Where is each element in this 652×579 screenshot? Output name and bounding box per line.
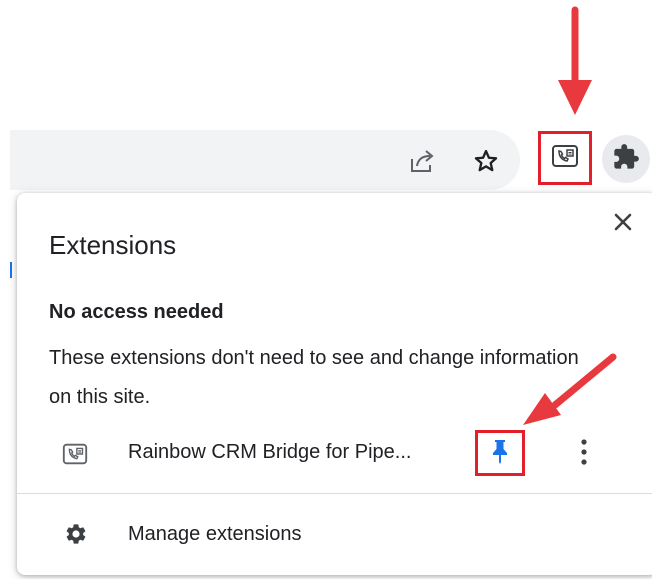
annotation-arrow-down	[558, 6, 592, 115]
section-heading: No access needed	[49, 301, 224, 323]
gear-icon	[63, 521, 89, 547]
page-edge-marker	[10, 262, 12, 278]
rainbow-crm-toolbar-button[interactable]	[538, 131, 592, 185]
manage-extensions-row[interactable]: Manage extensions	[17, 511, 652, 561]
address-bar[interactable]	[10, 130, 520, 190]
pin-button[interactable]	[475, 430, 525, 476]
divider	[17, 493, 652, 494]
extension-name[interactable]: Rainbow CRM Bridge for Pipe...	[128, 441, 411, 464]
extensions-menu-button[interactable]	[602, 135, 650, 183]
section-description: These extensions don't need to see and c…	[49, 347, 579, 408]
rainbow-crm-extension-icon	[550, 141, 580, 176]
share-icon	[408, 147, 436, 180]
close-icon	[613, 212, 633, 237]
close-button[interactable]	[607, 208, 639, 240]
share-button[interactable]	[404, 145, 440, 181]
more-options-button[interactable]	[569, 434, 599, 474]
star-icon	[472, 147, 500, 180]
pin-icon	[489, 437, 511, 470]
rainbow-crm-icon	[61, 440, 89, 468]
annotation-arrow-diagonal	[523, 353, 617, 425]
manage-extensions-link[interactable]: Manage extensions	[128, 523, 301, 546]
more-vert-icon	[580, 438, 588, 471]
bookmark-star-button[interactable]	[468, 145, 504, 181]
popup-title: Extensions	[49, 230, 177, 260]
puzzle-piece-icon	[612, 143, 640, 176]
